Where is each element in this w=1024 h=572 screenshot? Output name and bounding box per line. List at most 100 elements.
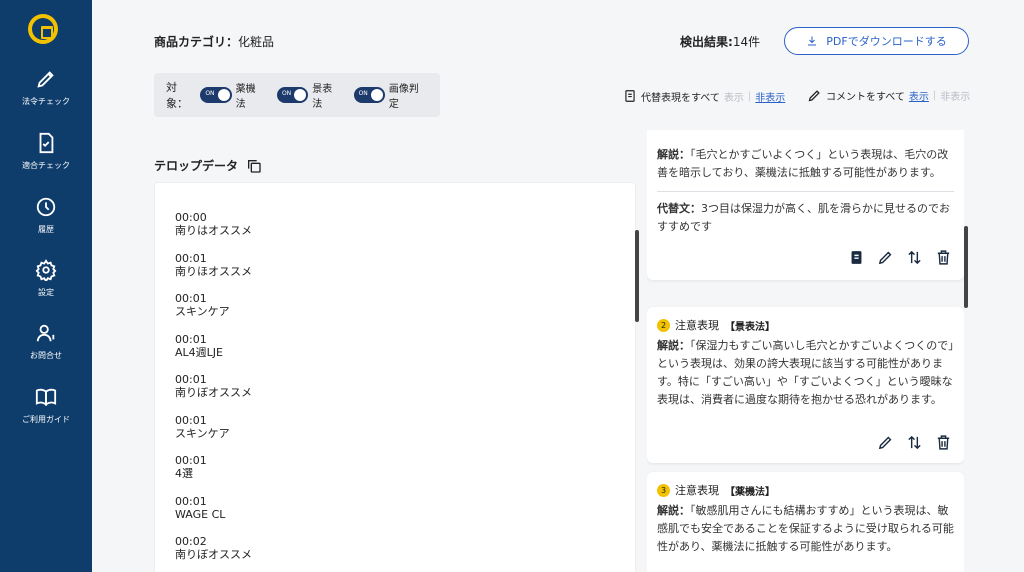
- card-law: 【景表法】: [725, 321, 775, 333]
- trash-icon[interactable]: [935, 249, 952, 266]
- telop-time: 00:01: [175, 251, 207, 265]
- telop-text: スキンケア: [175, 305, 230, 318]
- card-law: 【薬機法】: [725, 486, 775, 498]
- alt-hide-link[interactable]: 非表示: [755, 89, 785, 104]
- telop-entry: 00:01 スキンケア: [175, 292, 635, 333]
- comment-controls: コメントをすべて 表示 | 非表示: [807, 88, 970, 103]
- telop-text: WAGE CL: [175, 507, 226, 521]
- sidebar-item-label: ご利用ガイド: [22, 415, 70, 424]
- sidebar-item-label: お問合せ: [30, 351, 62, 360]
- telop-title: テロップデータ: [154, 159, 239, 173]
- logo-icon[interactable]: [28, 14, 58, 44]
- toggle-switch[interactable]: ON: [276, 87, 309, 103]
- sidebar-item-history[interactable]: 履歴: [0, 196, 92, 248]
- toggle-keihyoho[interactable]: ON 景表法: [276, 80, 342, 110]
- document-icon[interactable]: [848, 249, 865, 266]
- telop-time: 00:02: [175, 535, 207, 548]
- explanation-text: 解説：「敏感肌用さんにも結構おすすめ」という表現は、敏感肌でも安全であることを保…: [657, 504, 954, 553]
- results-list: 解説：「毛穴とかすごいよくつく」という表現は、毛穴の改善を暗示しており、薬機法に…: [647, 130, 964, 572]
- telop-entry: 00:02 南りぼオススメ: [175, 535, 635, 572]
- sidebar-item-label: 適合チェック: [22, 161, 70, 170]
- alt-expression-controls: 代替表現をすべて 表示 | 非表示: [623, 88, 785, 104]
- telop-scrollbar[interactable]: [635, 230, 639, 322]
- edit-icon[interactable]: [877, 434, 894, 451]
- edit-icon[interactable]: [877, 249, 894, 266]
- sidebar: 法令チェック 適合チェック 履歴 設定 お問合せ ご利用ガイド: [0, 0, 92, 572]
- history-icon: [36, 197, 56, 217]
- results-label: 検出結果:: [680, 35, 733, 49]
- card-header: 2 注意表現 【景表法】: [657, 317, 954, 333]
- main-content: 商品カテゴリ：化粧品 検出結果:14件 PDFでダウンロードする 対象： ON …: [92, 0, 1024, 572]
- sidebar-item-label: 履歴: [38, 225, 54, 234]
- toggle-image-judgement[interactable]: ON 画像判定: [353, 80, 428, 110]
- telop-entry: 00:01 南りぼオススメ: [175, 373, 635, 414]
- toggle-switch[interactable]: ON: [200, 87, 232, 103]
- card-number-badge: 3: [657, 483, 670, 497]
- telop-time: 00:01: [175, 454, 207, 467]
- telop-entry: 00:01 WAGE CL: [175, 495, 635, 536]
- toggle-yakkiho[interactable]: ON 薬機法: [200, 80, 265, 110]
- telop-time: 00:01: [175, 413, 207, 427]
- toggle-label: 景表法: [312, 84, 333, 110]
- card-type: 注意表現: [675, 484, 719, 497]
- gear-icon: [35, 259, 57, 281]
- telop-text: 4選: [175, 467, 193, 480]
- results-value: 14件: [732, 35, 761, 49]
- sidebar-item-compliance-check[interactable]: 適合チェック: [0, 132, 92, 184]
- pdf-download-button[interactable]: PDFでダウンロードする: [784, 27, 969, 55]
- telop-entry: 00:00 南りはオススメ: [175, 211, 635, 252]
- telop-entry: 00:01 AL4週LJE: [175, 333, 635, 374]
- comment-show-link[interactable]: 表示: [909, 88, 929, 103]
- telop-text: 南りほオススメ: [175, 264, 252, 278]
- sidebar-item-label: 設定: [38, 288, 54, 297]
- sidebar-item-guide[interactable]: ご利用ガイド: [0, 386, 92, 438]
- download-icon: [808, 36, 817, 46]
- pencil-icon: [808, 90, 820, 102]
- swap-icon[interactable]: [906, 249, 923, 266]
- sidebar-item-law-check[interactable]: 法令チェック: [0, 68, 92, 120]
- card-header: 3 注意表現 【薬機法】: [657, 482, 954, 498]
- comment-label: コメントをすべて: [826, 92, 905, 103]
- telop-text: 南りはオススメ: [175, 224, 252, 237]
- document-check-icon: [39, 132, 54, 154]
- telop-header: テロップデータ: [154, 157, 262, 174]
- target-label: 対象：: [166, 81, 188, 110]
- detection-results: 検出結果:14件: [680, 33, 760, 50]
- trash-icon[interactable]: [935, 434, 952, 451]
- telop-time: 00:01: [175, 332, 207, 346]
- telop-time: 00:01: [175, 494, 207, 508]
- toggle-label: 薬機法: [235, 84, 256, 110]
- toggle-switch[interactable]: ON: [353, 87, 385, 103]
- results-scrollbar[interactable]: [964, 226, 968, 308]
- toggle-label: 画像判定: [388, 84, 419, 110]
- card-number-badge: 2: [657, 318, 670, 332]
- swap-icon[interactable]: [906, 434, 923, 451]
- result-card: 3 注意表現 【薬機法】 解説：「敏感肌用さんにも結構おすすめ」という表現は、敏…: [647, 472, 964, 572]
- telop-entry: 00:01 4選: [175, 454, 635, 495]
- result-card: 2 注意表現 【景表法】 解説：「保湿力もすごい高いし毛穴とかすごいよくつくので…: [647, 307, 964, 463]
- telop-text: スキンケア: [175, 426, 230, 440]
- product-category: 商品カテゴリ：化粧品: [154, 33, 274, 50]
- sidebar-item-label: 法令チェック: [22, 97, 70, 106]
- telop-text: 南りぼオススメ: [175, 386, 252, 399]
- telop-list: 00:00 南りはオススメ 00:01 南りほオススメ 00:01 スキンケア 00:…: [154, 182, 636, 572]
- target-filter: 対象： ON 薬機法 ON 景表法 ON 画像判定: [154, 73, 440, 117]
- card-actions: [877, 434, 952, 451]
- comment-hide-link[interactable]: 非表示: [940, 88, 970, 103]
- sidebar-item-settings[interactable]: 設定: [0, 259, 92, 311]
- explanation-text: 解説：「毛穴とかすごいよくつく」という表現は、毛穴の改善を暗示しており、薬機法に…: [657, 148, 949, 179]
- copy-icon[interactable]: [246, 158, 262, 174]
- telop-text: 南りぼオススメ: [175, 548, 252, 561]
- alternative-text: 代替文：3つ目は保湿力が高く、肌を滑らかに見せるのでおすすめです: [657, 202, 950, 233]
- telop-time: 00:01: [175, 292, 207, 305]
- sidebar-item-contact[interactable]: お問合せ: [0, 322, 92, 374]
- telop-entry: 00:01 南りほオススメ: [175, 252, 635, 293]
- alt-show-link[interactable]: 表示: [724, 89, 744, 104]
- telop-time: 00:01: [175, 373, 207, 386]
- document-icon: [625, 90, 635, 102]
- category-value: 化粧品: [238, 35, 275, 49]
- contact-icon: [36, 324, 55, 342]
- telop-entry: 00:01 スキンケア: [175, 414, 635, 455]
- category-label: 商品カテゴリ：: [154, 35, 239, 49]
- result-card: 解説：「毛穴とかすごいよくつく」という表現は、毛穴の改善を暗示しており、薬機法に…: [647, 130, 964, 280]
